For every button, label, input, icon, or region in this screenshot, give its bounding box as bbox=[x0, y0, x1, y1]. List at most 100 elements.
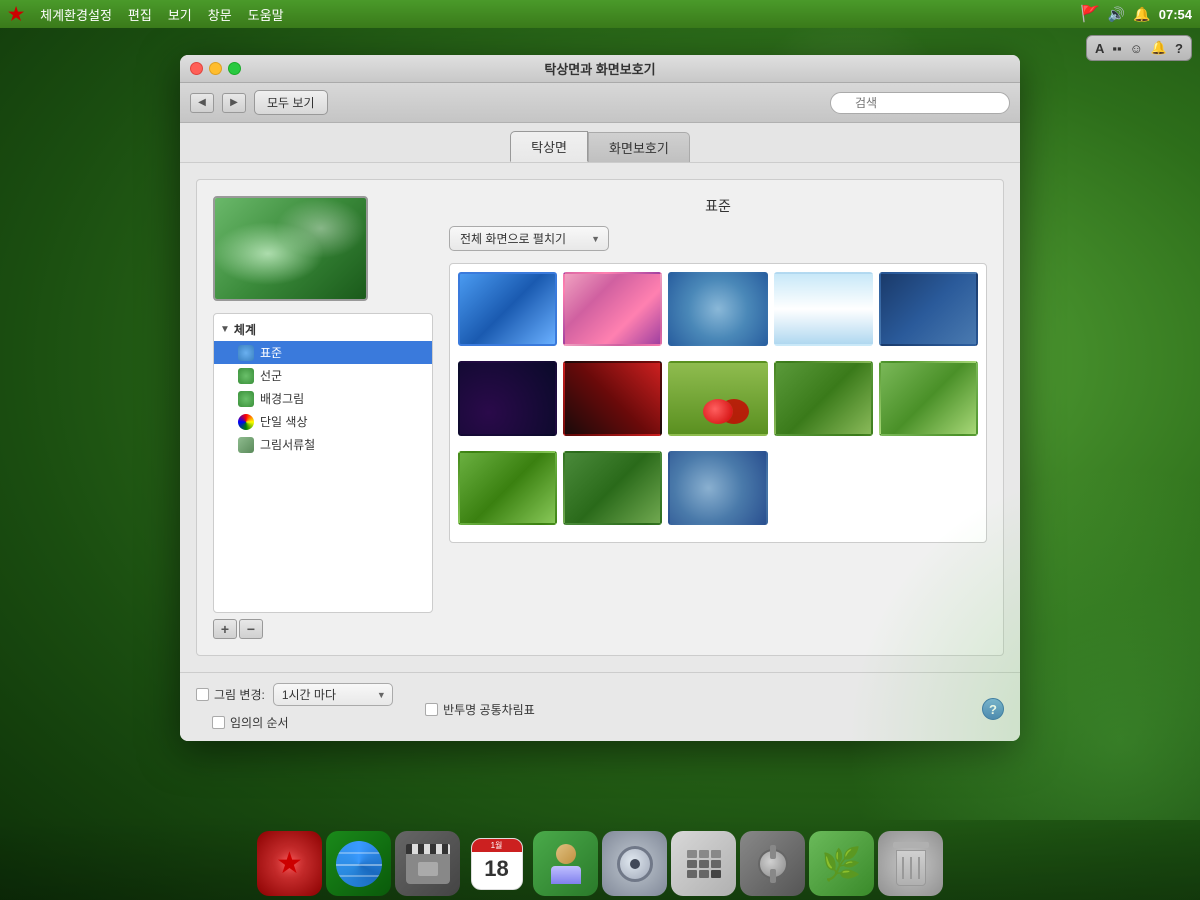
wallpaper-preview bbox=[213, 196, 368, 301]
help-button[interactable]: ? bbox=[982, 698, 1004, 720]
translucent-checkbox[interactable] bbox=[425, 703, 438, 716]
change-picture-option: 그림 변경: bbox=[196, 686, 265, 703]
tab-bar: 탁상면 화면보호기 bbox=[180, 123, 1020, 162]
tree-expand-icon[interactable]: ▼ bbox=[220, 324, 230, 335]
random-order-checkbox[interactable] bbox=[212, 716, 225, 729]
dock-item-trash[interactable] bbox=[878, 831, 943, 896]
tree-item-seongun[interactable]: 선군 bbox=[214, 364, 432, 387]
contacts-icon bbox=[551, 844, 581, 884]
show-all-button[interactable]: 모두 보기 bbox=[254, 90, 328, 115]
input-a[interactable]: A bbox=[1093, 40, 1106, 57]
dock-item-system-tools[interactable] bbox=[740, 831, 805, 896]
menubar-app-name[interactable]: 체계환경설정 bbox=[40, 5, 112, 24]
wallpaper-name: 표준 bbox=[449, 196, 987, 216]
calendar-day: 18 bbox=[472, 852, 522, 885]
tree-item-standard[interactable]: 표준 bbox=[214, 341, 432, 364]
dock-item-disk-utility[interactable] bbox=[602, 831, 667, 896]
minimize-button[interactable] bbox=[209, 62, 222, 75]
back-button[interactable]: ◀ bbox=[190, 93, 214, 113]
dock-item-contacts[interactable] bbox=[533, 831, 598, 896]
options-row: 그림 변경: 1시간 마다 임의의 순서 bbox=[196, 683, 409, 731]
tree-item-photos[interactable]: 그림서류철 bbox=[214, 433, 432, 456]
menubar-edit[interactable]: 편집 bbox=[128, 5, 152, 24]
menubar-window[interactable]: 창문 bbox=[208, 5, 232, 24]
traffic-lights bbox=[190, 62, 241, 75]
wallpaper-thumb-6[interactable] bbox=[458, 361, 557, 435]
alert-icon[interactable]: 🔔 bbox=[1133, 6, 1150, 23]
wallpaper-thumb-13[interactable] bbox=[668, 451, 767, 525]
add-button[interactable]: + bbox=[213, 619, 237, 639]
wallpaper-thumb-12[interactable] bbox=[563, 451, 662, 525]
sidebar-buttons: + − bbox=[213, 619, 433, 639]
dock-item-calculator[interactable] bbox=[671, 831, 736, 896]
clapboard-icon bbox=[406, 844, 450, 884]
wallpaper-thumb-3[interactable] bbox=[668, 272, 767, 346]
change-picture-label: 그림 변경: bbox=[214, 686, 265, 703]
star-app-icon: ★ bbox=[276, 846, 303, 881]
tree-item-label-solid: 단일 색상 bbox=[260, 413, 308, 430]
translucent-option: 반투명 공통차림표 bbox=[425, 701, 535, 718]
flag-icon[interactable]: 🚩 bbox=[1080, 4, 1100, 24]
tree-item-label-photos: 그림서류철 bbox=[260, 436, 315, 453]
maximize-button[interactable] bbox=[228, 62, 241, 75]
wallpaper-thumb-8[interactable] bbox=[668, 361, 767, 435]
remove-button[interactable]: − bbox=[239, 619, 263, 639]
calendar-icon: 1월 18 bbox=[471, 838, 523, 890]
dock-item-star[interactable]: ★ bbox=[257, 831, 322, 896]
tree-item-solid-color[interactable]: 단일 색상 bbox=[214, 410, 432, 433]
input-emoji[interactable]: ☺ bbox=[1128, 40, 1145, 57]
menubar-help[interactable]: 도움말 bbox=[248, 5, 284, 24]
display-mode-dropdown[interactable]: 전체 화면으로 펼치기 bbox=[449, 226, 609, 251]
wallpaper-thumb-10[interactable] bbox=[879, 361, 978, 435]
speaker-icon[interactable]: 🔊 bbox=[1108, 6, 1125, 23]
search-input[interactable] bbox=[830, 92, 1010, 114]
forward-button[interactable]: ▶ bbox=[222, 93, 246, 113]
dock-item-green-app[interactable]: 🌿 bbox=[809, 831, 874, 896]
apple-star-icon[interactable]: ★ bbox=[8, 4, 24, 25]
close-button[interactable] bbox=[190, 62, 203, 75]
tree-item-wallpaper[interactable]: 배경그림 bbox=[214, 387, 432, 410]
dialog-titlebar: 탁상면과 화면보호기 bbox=[180, 55, 1020, 83]
wallpaper-thumb-11[interactable] bbox=[458, 451, 557, 525]
input-bell[interactable]: 🔔 bbox=[1149, 39, 1169, 57]
tree-item-icon-seongun bbox=[238, 368, 254, 384]
random-order-label: 임의의 순서 bbox=[230, 714, 289, 731]
preferences-dialog: 탁상면과 화면보호기 ◀ ▶ 모두 보기 🔍 탁상면 화면보호기 bbox=[180, 55, 1020, 741]
dropdown-row: 전체 화면으로 펼치기 bbox=[449, 226, 987, 251]
wallpaper-thumb-9[interactable] bbox=[774, 361, 873, 435]
input-help[interactable]: ? bbox=[1173, 40, 1185, 57]
wallpaper-thumb-4[interactable] bbox=[774, 272, 873, 346]
disk-utility-icon bbox=[617, 846, 653, 882]
menubar-right: 🚩 🔊 🔔 07:54 bbox=[1080, 4, 1192, 24]
tree-item-label-wallpaper: 배경그림 bbox=[260, 390, 304, 407]
dock-item-globe[interactable] bbox=[326, 831, 391, 896]
calendar-month: 1월 bbox=[472, 839, 522, 852]
change-picture-checkbox[interactable] bbox=[196, 688, 209, 701]
dock-item-calendar[interactable]: 1월 18 bbox=[464, 831, 529, 896]
tree-item-icon-photos bbox=[238, 437, 254, 453]
menubar-left: ★ 체계환경설정 편집 보기 창문 도움말 bbox=[8, 4, 284, 25]
content-inner: ▼ 체계 표준 선군 배경그림 bbox=[196, 179, 1004, 656]
dock-item-clapboard[interactable] bbox=[395, 831, 460, 896]
wallpaper-thumb-2[interactable] bbox=[563, 272, 662, 346]
second-options-row: 반투명 공통차림표 ? bbox=[425, 698, 1004, 720]
dock: ★ 1월 18 bbox=[0, 815, 1200, 900]
random-order-option: 임의의 순서 bbox=[212, 714, 289, 731]
wallpaper-thumb-1[interactable] bbox=[458, 272, 557, 346]
tree-group-label: 체계 bbox=[234, 321, 256, 338]
toolbar: ◀ ▶ 모두 보기 🔍 bbox=[180, 83, 1020, 123]
tab-desktop[interactable]: 탁상면 bbox=[510, 131, 588, 162]
wallpaper-thumb-7[interactable] bbox=[563, 361, 662, 435]
input-blocks[interactable]: ▪▪ bbox=[1110, 40, 1123, 57]
tab-screensaver[interactable]: 화면보호기 bbox=[588, 132, 690, 162]
search-wrapper: 🔍 bbox=[830, 92, 1010, 114]
tree-item-icon-wallpaper bbox=[238, 391, 254, 407]
tree-item-icon-standard bbox=[238, 345, 254, 361]
desktop: ★ 체계환경설정 편집 보기 창문 도움말 🚩 🔊 🔔 07:54 A ▪▪ ☺… bbox=[0, 0, 1200, 900]
time-interval-dropdown[interactable]: 1시간 마다 bbox=[273, 683, 393, 706]
wallpaper-thumb-5[interactable] bbox=[879, 272, 978, 346]
input-method-bar: A ▪▪ ☺ 🔔 ? bbox=[1086, 35, 1192, 61]
wallpaper-grid bbox=[449, 263, 987, 543]
menubar-view[interactable]: 보기 bbox=[168, 5, 192, 24]
left-panel: ▼ 체계 표준 선군 배경그림 bbox=[213, 196, 433, 639]
